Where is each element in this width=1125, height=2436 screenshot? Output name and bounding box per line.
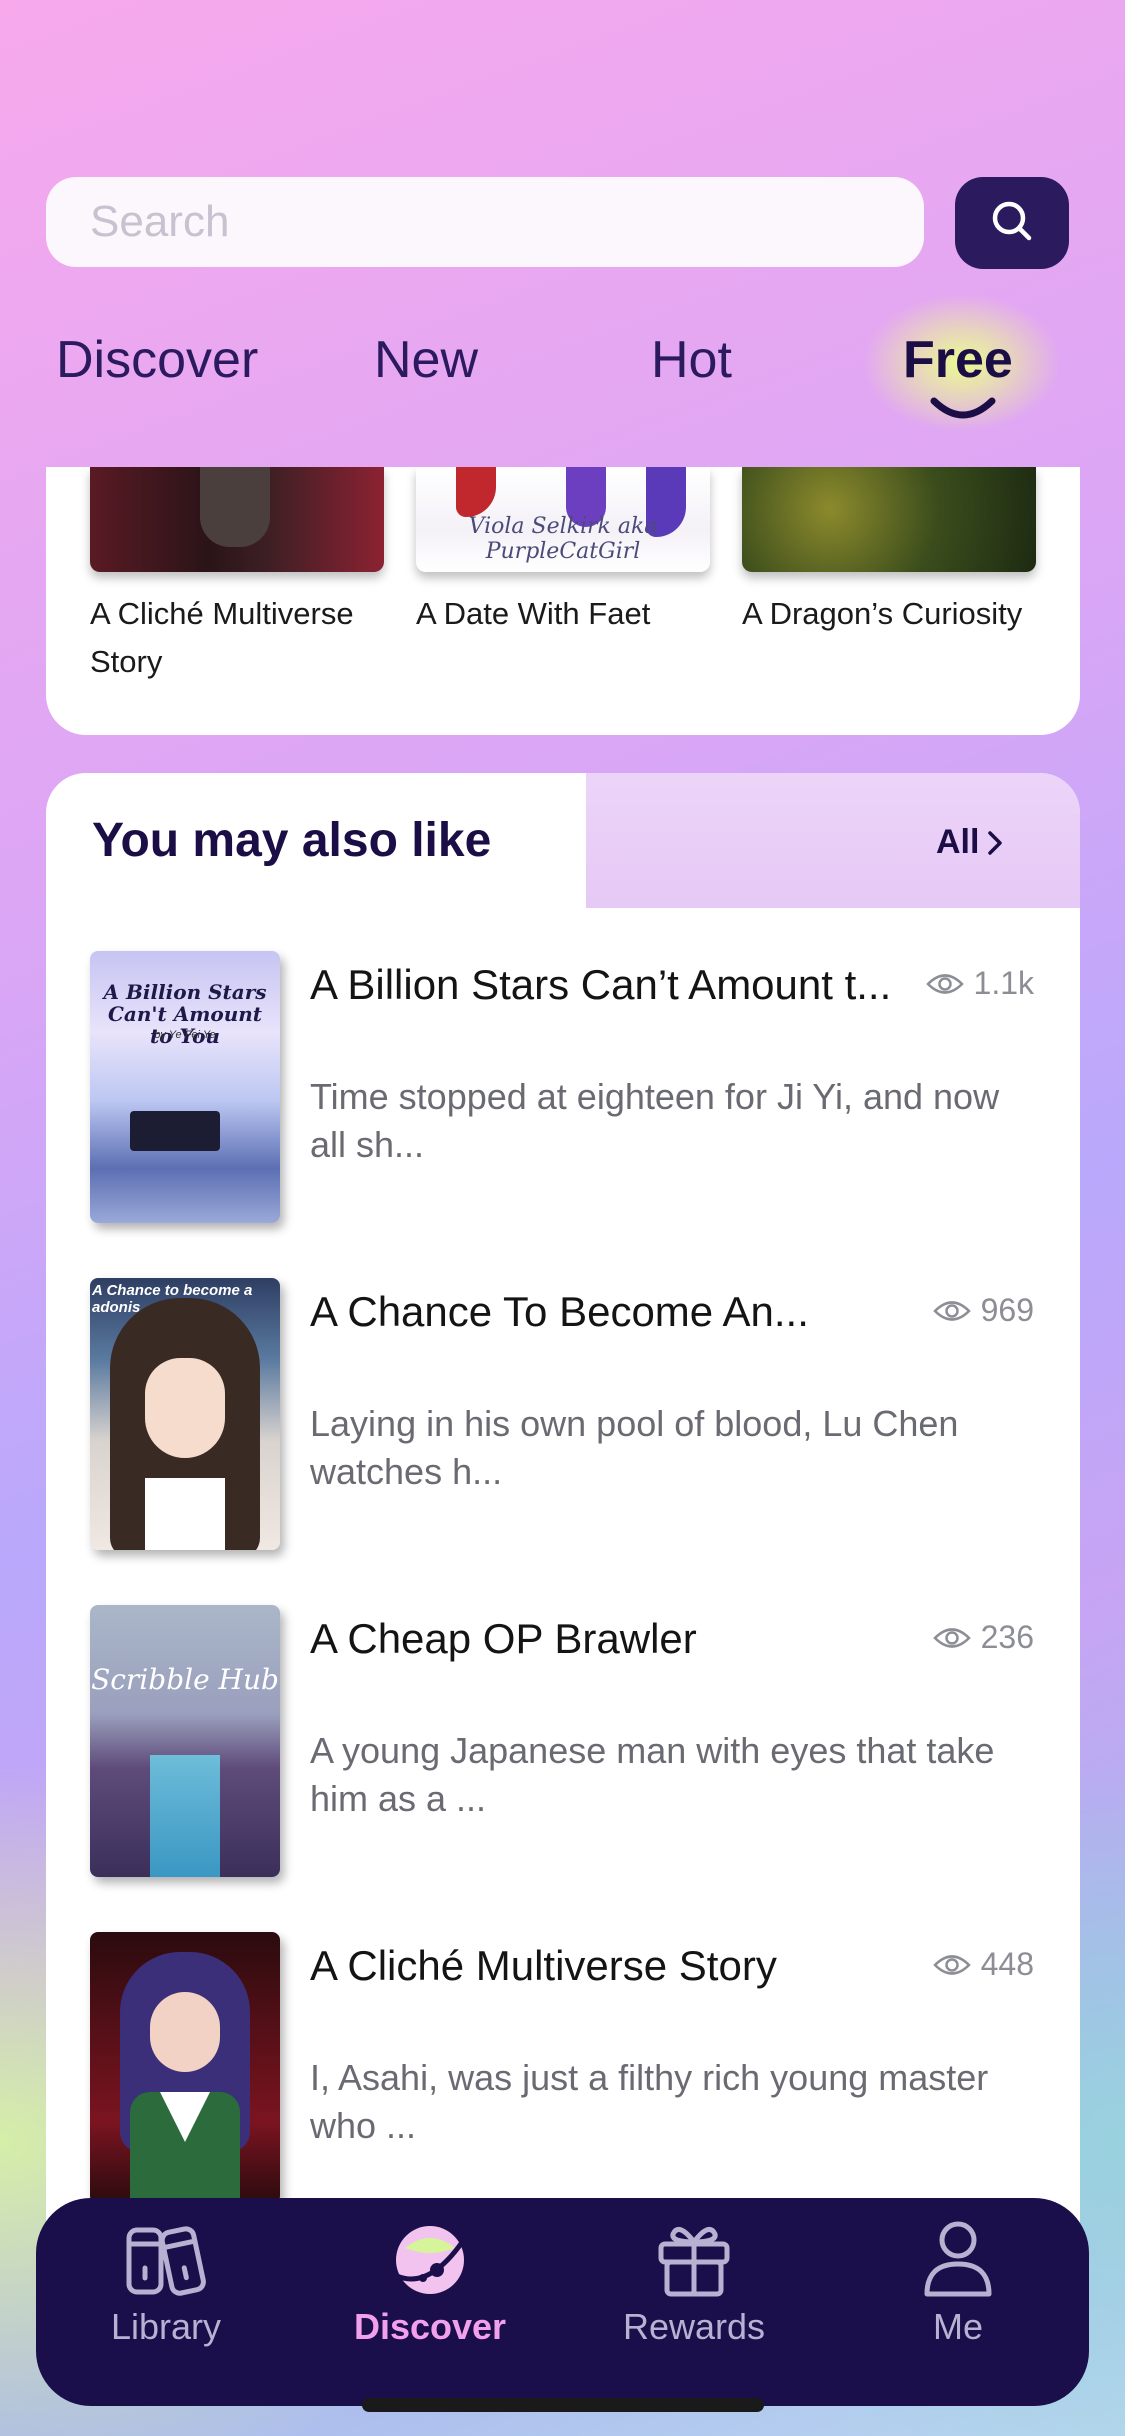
view-count: 969 [932, 1292, 1034, 1329]
book-title[interactable]: A Chance To Become An... [310, 1288, 930, 1336]
tab-new[interactable]: New [374, 325, 478, 395]
list-item[interactable]: A Cliché Multiverse Story 448 I, Asahi, … [46, 1932, 1080, 2204]
book-title[interactable]: A Cheap OP Brawler [310, 1615, 930, 1663]
tab-discover[interactable]: Discover [56, 325, 258, 395]
search-placeholder: Search [90, 197, 230, 246]
book-cover[interactable] [90, 1932, 280, 2204]
book-cover[interactable] [742, 467, 1036, 572]
view-count-value: 236 [980, 1619, 1034, 1655]
see-all-button[interactable]: All [936, 823, 1005, 862]
view-count: 448 [932, 1946, 1034, 1983]
nav-item-me[interactable]: Me [848, 2198, 1068, 2406]
view-count: 236 [932, 1619, 1034, 1656]
gift-icon [649, 2218, 739, 2298]
book-title[interactable]: A Date With Faet [416, 590, 716, 638]
nav-item-discover[interactable]: Discover [320, 2198, 540, 2406]
cover-signature: Viola Selkirk aka PurpleCatGirl [468, 514, 658, 564]
book-title[interactable]: A Dragon’s Curiosity [742, 590, 1042, 638]
list-item[interactable]: A Chance to become a adonis A Chance To … [46, 1278, 1080, 1550]
search-button[interactable] [955, 177, 1069, 269]
nav-item-library[interactable]: Library [56, 2198, 276, 2406]
cover-title: Scribble Hub [91, 1663, 279, 1696]
book-cover[interactable]: Scribble Hub [90, 1605, 280, 1877]
free-books-carousel: Viola Selkirk aka PurpleCatGirl A Cliché… [46, 467, 1080, 735]
book-cover[interactable] [90, 467, 384, 572]
book-cover[interactable]: A Chance to become a adonis [90, 1278, 280, 1550]
recommendations-section: You may also like All A Billion Stars Ca… [46, 773, 1080, 2223]
view-count-value: 448 [980, 1946, 1034, 1982]
nav-label: Rewards [622, 2306, 766, 2347]
list-item[interactable]: A Billion Stars Can't Amount to You by Y… [46, 951, 1080, 1223]
view-count-value: 1.1k [973, 965, 1034, 1001]
search-input[interactable]: Search [46, 177, 924, 267]
book-description: Time stopped at eighteen for Ji Yi, and … [310, 1076, 1000, 1165]
tab-free[interactable]: Free [903, 325, 1013, 395]
section-title: You may also like [92, 814, 492, 867]
view-count-value: 969 [980, 1292, 1034, 1328]
book-description: Laying in his own pool of blood, Lu Chen… [310, 1403, 959, 1492]
cover-author: by Ye Fei Ye [154, 1029, 216, 1041]
section-header-tab [586, 773, 1080, 908]
book-title[interactable]: A Cliché Multiverse Story [90, 590, 390, 686]
book-title[interactable]: A Billion Stars Can’t Amount t... [310, 961, 930, 1009]
search-icon [989, 198, 1035, 249]
home-indicator [362, 2398, 764, 2412]
nav-label: Discover [353, 2306, 507, 2347]
book-cover[interactable]: A Billion Stars Can't Amount to You by Y… [90, 951, 280, 1223]
eye-icon [932, 1300, 971, 1321]
book-description: I, Asahi, was just a filthy rich young m… [310, 2057, 989, 2146]
see-all-label: All [936, 823, 980, 861]
bottom-navigation: Library Discover Rewards Me [36, 2198, 1089, 2406]
cover-title: A Chance to become a adonis [92, 1282, 253, 1316]
eye-icon [932, 1954, 971, 1975]
nav-item-rewards[interactable]: Rewards [584, 2198, 804, 2406]
list-item[interactable]: Scribble Hub A Cheap OP Brawler 236 A yo… [46, 1605, 1080, 1877]
chevron-right-icon [988, 830, 1003, 855]
book-description: A young Japanese man with eyes that take… [310, 1730, 995, 1819]
nav-label: Library [110, 2306, 222, 2347]
books-icon [121, 2218, 211, 2298]
eye-icon [932, 1627, 971, 1648]
eye-icon [925, 973, 964, 994]
planet-icon [385, 2218, 475, 2298]
person-icon [913, 2218, 1003, 2298]
smile-icon [930, 397, 996, 419]
book-cover[interactable]: Viola Selkirk aka PurpleCatGirl [416, 467, 710, 572]
tab-hot[interactable]: Hot [651, 325, 732, 395]
book-title[interactable]: A Cliché Multiverse Story [310, 1942, 930, 1990]
view-count: 1.1k [925, 965, 1034, 1002]
nav-label: Me [932, 2306, 983, 2347]
